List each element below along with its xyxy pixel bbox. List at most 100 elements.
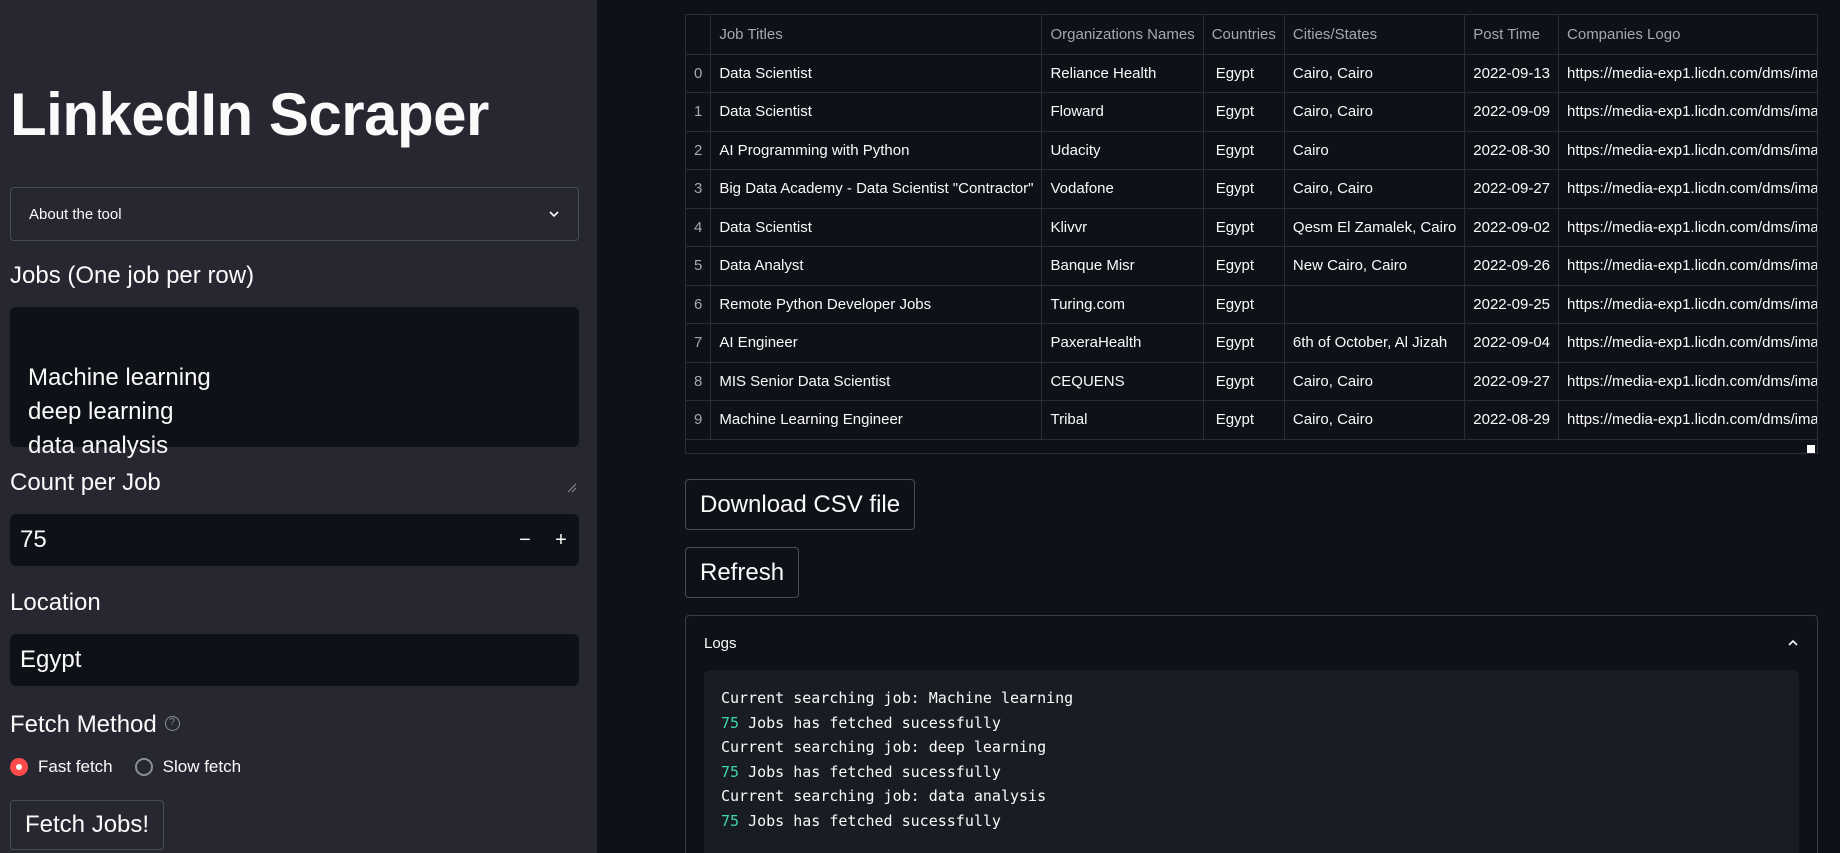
table-cell[interactable]: 2022-09-02	[1464, 208, 1560, 247]
table-cell[interactable]: 7	[686, 323, 712, 363]
table-cell[interactable]: Remote Python Developer Jobs	[710, 285, 1043, 324]
table-cell[interactable]: Reliance Health	[1041, 54, 1204, 93]
table-cell[interactable]: Egypt	[1203, 362, 1285, 401]
fetch-jobs-button[interactable]: Fetch Jobs!	[10, 800, 165, 850]
table-cell[interactable]: PaxeraHealth	[1041, 323, 1204, 363]
table-cell[interactable]: Egypt	[1203, 285, 1285, 324]
table-cell[interactable]: https://media-exp1.licdn.com/dms/image	[1558, 285, 1817, 324]
table-cell[interactable]: 2	[686, 131, 712, 170]
table-cell[interactable]: 8	[686, 362, 712, 401]
table-cell[interactable]: New Cairo, Cairo	[1284, 246, 1466, 286]
table-cell[interactable]: Data Scientist	[710, 208, 1043, 247]
table-cell[interactable]: https://media-exp1.licdn.com/dms/image	[1558, 54, 1817, 93]
table-row[interactable]: 2 AI Programming with Python Udacity Egypt C…	[686, 131, 1817, 170]
decrement-button[interactable]: −	[507, 514, 543, 566]
table-row[interactable]: 4 Data Scientist Klivvr Egypt Qesm El Zamale…	[686, 208, 1817, 247]
table-cell[interactable]: Vodafone	[1041, 169, 1204, 209]
table-cell[interactable]: 2022-09-27	[1464, 169, 1560, 209]
resize-grip-icon[interactable]	[567, 435, 577, 493]
table-row[interactable]: 8 MIS Senior Data Scientist CEQUENS Egypt Ca…	[686, 362, 1817, 401]
table-row[interactable]: 3 Big Data Academy - Data Scientist "Cont…	[686, 169, 1817, 209]
table-cell[interactable]: https://media-exp1.licdn.com/dms/image	[1558, 131, 1817, 170]
table-cell[interactable]: AI Programming with Python	[710, 131, 1043, 170]
table-cell[interactable]: Udacity	[1041, 131, 1204, 170]
table-cell[interactable]: Turing.com	[1041, 285, 1204, 324]
about-tool-expander[interactable]: About the tool	[10, 187, 579, 241]
radio-slow-fetch[interactable]: Slow fetch	[134, 757, 241, 777]
table-cell[interactable]: Data Scientist	[710, 54, 1043, 93]
table-cell[interactable]: https://media-exp1.licdn.com/dms/image	[1558, 362, 1817, 401]
table-cell[interactable]: Cairo, Cairo	[1284, 54, 1466, 93]
table-cell[interactable]: Egypt	[1203, 246, 1285, 286]
table-cell[interactable]: Banque Misr	[1041, 246, 1204, 286]
table-row[interactable]: 5 Data Analyst Banque Misr Egypt New Cairo, …	[686, 246, 1817, 286]
table-cell[interactable]: https://media-exp1.licdn.com/dms/image	[1558, 92, 1817, 132]
table-cell[interactable]: 2022-09-09	[1464, 92, 1560, 132]
table-cell[interactable]: 0	[686, 54, 712, 93]
jobs-textarea[interactable]: Machine learning deep learning data anal…	[10, 307, 579, 493]
table-row[interactable]: 7 AI Engineer PaxeraHealth Egypt 6th of Octo…	[686, 323, 1817, 363]
column-header[interactable]: Post Time	[1464, 15, 1560, 55]
table-cell[interactable]: Egypt	[1203, 54, 1285, 93]
table-cell[interactable]: 4	[686, 208, 712, 247]
table-cell[interactable]: Data Scientist	[710, 92, 1043, 132]
table-cell[interactable]: https://media-exp1.licdn.com/dms/image	[1558, 208, 1817, 247]
table-cell[interactable]: https://media-exp1.licdn.com/dms/image	[1558, 246, 1817, 286]
table-cell[interactable]: Egypt	[1203, 131, 1285, 170]
radio-fast-fetch[interactable]: Fast fetch	[10, 757, 113, 777]
table-cell[interactable]: CEQUENS	[1041, 362, 1204, 401]
table-cell[interactable]: Egypt	[1203, 323, 1285, 363]
table-cell[interactable]: 2022-09-13	[1464, 54, 1560, 93]
count-number-input[interactable]: 75 − +	[10, 514, 579, 566]
jobs-dataframe[interactable]: Job Titles Organizations Names Countries…	[685, 14, 1818, 454]
table-cell[interactable]: 2022-08-29	[1464, 400, 1560, 440]
table-cell[interactable]: 6	[686, 285, 712, 324]
column-header[interactable]	[686, 15, 712, 55]
table-cell[interactable]: 9	[686, 400, 712, 440]
table-cell[interactable]: Data Analyst	[710, 246, 1043, 286]
table-cell[interactable]: 2022-09-26	[1464, 246, 1560, 286]
table-cell[interactable]: Machine Learning Engineer	[710, 400, 1043, 440]
table-cell[interactable]: https://media-exp1.licdn.com/dms/image	[1558, 323, 1817, 363]
table-cell[interactable]: Floward	[1041, 92, 1204, 132]
location-input[interactable]: Egypt	[10, 634, 579, 686]
table-cell[interactable]: Cairo	[1284, 131, 1466, 170]
table-cell[interactable]	[1284, 285, 1466, 324]
table-cell[interactable]: Egypt	[1203, 92, 1285, 132]
table-cell[interactable]: Klivvr	[1041, 208, 1204, 247]
column-header[interactable]: Cities/States	[1284, 15, 1466, 55]
table-cell[interactable]: 2022-09-27	[1464, 362, 1560, 401]
column-header[interactable]: Companies Logo	[1558, 15, 1817, 55]
table-cell[interactable]: Egypt	[1203, 208, 1285, 247]
table-cell[interactable]: 3	[686, 169, 712, 209]
refresh-button[interactable]: Refresh	[685, 547, 800, 598]
column-header[interactable]: Job Titles	[710, 15, 1043, 55]
table-cell[interactable]: 1	[686, 92, 712, 132]
table-cell[interactable]: Qesm El Zamalek, Cairo	[1284, 208, 1466, 247]
table-row[interactable]: 1 Data Scientist Floward Egypt Cairo, Cairo 2…	[686, 92, 1817, 132]
logs-header[interactable]: Logs	[686, 616, 1817, 670]
table-cell[interactable]: Cairo, Cairo	[1284, 400, 1466, 440]
table-cell[interactable]: Egypt	[1203, 400, 1285, 440]
table-cell[interactable]: https://media-exp1.licdn.com/dms/image	[1558, 169, 1817, 209]
table-cell[interactable]: 5	[686, 246, 712, 286]
table-cell[interactable]: Cairo, Cairo	[1284, 362, 1466, 401]
table-cell[interactable]: AI Engineer	[710, 323, 1043, 363]
help-icon[interactable]: ?	[164, 716, 180, 732]
table-cell[interactable]: 6th of October, Al Jizah	[1284, 323, 1466, 363]
column-header[interactable]: Countries	[1203, 15, 1285, 55]
table-cell[interactable]: Cairo, Cairo	[1284, 169, 1466, 209]
table-cell[interactable]: Cairo, Cairo	[1284, 92, 1466, 132]
table-cell[interactable]: 2022-09-25	[1464, 285, 1560, 324]
table-cell[interactable]: 2022-09-04	[1464, 323, 1560, 363]
scrollbar-handle[interactable]	[1807, 445, 1815, 453]
table-row[interactable]: 0 Data Scientist Reliance Health Egypt Cairo…	[686, 54, 1817, 93]
table-cell[interactable]: Tribal	[1041, 400, 1204, 440]
column-header[interactable]: Organizations Names	[1041, 15, 1204, 55]
table-cell[interactable]: Egypt	[1203, 169, 1285, 209]
table-cell[interactable]: MIS Senior Data Scientist	[710, 362, 1043, 401]
table-cell[interactable]: https://media-exp1.licdn.com/dms/image	[1558, 400, 1817, 440]
table-cell[interactable]: 2022-08-30	[1464, 131, 1560, 170]
table-cell[interactable]: Big Data Academy - Data Scientist "Contr…	[710, 169, 1043, 209]
download-csv-button[interactable]: Download CSV file	[685, 479, 916, 530]
